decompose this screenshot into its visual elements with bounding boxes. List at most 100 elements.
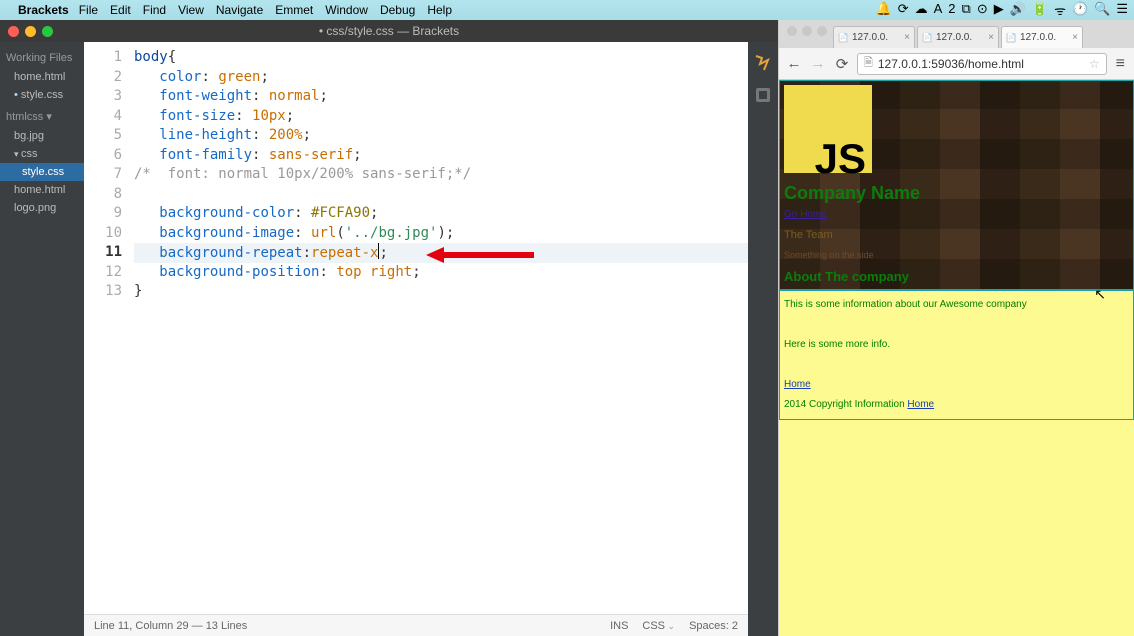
- code-line[interactable]: }: [134, 282, 748, 302]
- code-line[interactable]: [134, 185, 748, 205]
- code-line[interactable]: background-color: #FCFA90;: [134, 204, 748, 224]
- browser-close-icon[interactable]: [787, 26, 797, 36]
- working-file-style[interactable]: style.css: [0, 86, 84, 104]
- line-number: 6: [84, 146, 122, 166]
- about-heading: About The company: [780, 265, 1133, 289]
- record-icon[interactable]: ⊙: [977, 1, 988, 19]
- rendered-page[interactable]: JS Company Name Go Home The Team Somethi…: [779, 80, 1134, 636]
- project-file-logo[interactable]: logo.png: [0, 199, 84, 217]
- side-note: Something on the side: [780, 245, 1133, 265]
- code-line[interactable]: background-position: top right;: [134, 263, 748, 283]
- content-para-2: Here is some more info.: [784, 335, 1129, 355]
- minimize-window-icon[interactable]: [25, 26, 36, 37]
- menubar-status-icons: 🔔 ⟳ ☁ A 2 ⧉ ⊙ ▶ 🔊 🔋 ᯤ 🕐 🔍 ☰: [876, 1, 1128, 19]
- browser-minimize-icon[interactable]: [802, 26, 812, 36]
- status-spaces[interactable]: Spaces: 2: [689, 620, 738, 632]
- sync-icon[interactable]: ⟳: [898, 1, 909, 19]
- menu-edit[interactable]: Edit: [110, 3, 131, 17]
- line-number: 13: [84, 282, 122, 302]
- browser-maximize-icon[interactable]: [817, 26, 827, 36]
- url-text: 127.0.0.1:59036/home.html: [878, 57, 1024, 71]
- wifi-icon[interactable]: ᯤ: [1054, 1, 1066, 19]
- code-line[interactable]: line-height: 200%;: [134, 126, 748, 146]
- browser-tab-1[interactable]: 📄 127.0.0. ×: [833, 26, 915, 48]
- code-line[interactable]: background-repeat:repeat-x;: [134, 243, 748, 263]
- line-number: 3: [84, 87, 122, 107]
- content-home-link[interactable]: Home: [784, 379, 811, 390]
- tab-label: 127.0.0.: [936, 32, 972, 43]
- line-number: 10: [84, 224, 122, 244]
- project-folder-css[interactable]: css: [0, 145, 84, 163]
- project-file-home[interactable]: home.html: [0, 181, 84, 199]
- tab-close-icon[interactable]: ×: [1072, 32, 1078, 43]
- forward-button[interactable]: →: [809, 55, 827, 72]
- tab-close-icon[interactable]: ×: [988, 32, 994, 43]
- window-titlebar[interactable]: • css/style.css — Brackets: [0, 20, 778, 42]
- line-number: 7: [84, 165, 122, 185]
- menu-emmet[interactable]: Emmet: [275, 3, 313, 17]
- code-line[interactable]: font-family: sans-serif;: [134, 146, 748, 166]
- clock-icon[interactable]: 🕐: [1072, 1, 1088, 19]
- project-file-bg[interactable]: bg.jpg: [0, 127, 84, 145]
- reload-button[interactable]: ⟳: [833, 55, 851, 73]
- adobe-icon[interactable]: A: [934, 1, 943, 19]
- menu-navigate[interactable]: Navigate: [216, 3, 263, 17]
- maximize-window-icon[interactable]: [42, 26, 53, 37]
- code-content[interactable]: body{ color: green; font-weight: normal;…: [134, 42, 748, 614]
- about-link[interactable]: The Team: [780, 225, 1133, 245]
- menu-debug[interactable]: Debug: [380, 3, 415, 17]
- menu-view[interactable]: View: [178, 3, 204, 17]
- company-name: Company Name: [780, 181, 1133, 205]
- dropbox-icon[interactable]: ⧉: [962, 1, 971, 19]
- page-content: This is some information about our Aweso…: [779, 290, 1134, 420]
- spotlight-icon[interactable]: 🔍: [1094, 1, 1110, 19]
- project-file-style[interactable]: style.css: [0, 163, 84, 181]
- code-line[interactable]: font-size: 10px;: [134, 107, 748, 127]
- working-files-heading[interactable]: Working Files: [0, 46, 84, 68]
- browser-menu-icon[interactable]: ≡: [1113, 55, 1128, 73]
- browser-tab-2[interactable]: 📄 127.0.0. ×: [917, 26, 999, 48]
- code-line[interactable]: body{: [134, 48, 748, 68]
- list-icon[interactable]: ☰: [1116, 1, 1128, 19]
- browser-tab-3[interactable]: 📄 127.0.0. ×: [1001, 26, 1083, 48]
- volume-icon[interactable]: 🔊: [1010, 1, 1026, 19]
- code-line[interactable]: color: green;: [134, 68, 748, 88]
- menu-window[interactable]: Window: [325, 3, 368, 17]
- tab-label: 127.0.0.: [852, 32, 888, 43]
- menu-help[interactable]: Help: [427, 3, 452, 17]
- menu-file[interactable]: File: [79, 3, 98, 17]
- line-number: 4: [84, 107, 122, 127]
- page-icon: 🗎: [864, 54, 873, 73]
- status-position: Line 11, Column 29 — 13 Lines: [94, 620, 596, 632]
- browser-toolbar: ← → ⟳ 🗎 127.0.0.1:59036/home.html ☆ ≡: [779, 48, 1134, 80]
- live-preview-icon[interactable]: [754, 54, 772, 72]
- project-heading[interactable]: htmlcss ▾: [0, 104, 84, 127]
- menu-find[interactable]: Find: [143, 3, 166, 17]
- footer-home-link[interactable]: Home: [907, 399, 934, 410]
- app-name[interactable]: Brackets: [18, 3, 69, 17]
- tab-close-icon[interactable]: ×: [904, 32, 910, 43]
- close-window-icon[interactable]: [8, 26, 19, 37]
- tab-label: 127.0.0.: [1020, 32, 1056, 43]
- status-language[interactable]: CSS: [642, 620, 675, 632]
- bookmark-star-icon[interactable]: ☆: [1089, 57, 1100, 71]
- extensions-icon[interactable]: [754, 86, 772, 104]
- js-logo: JS: [784, 85, 872, 173]
- tab-favicon: 📄: [1006, 33, 1016, 43]
- brackets-sidebar: Working Files home.html style.css htmlcs…: [0, 42, 84, 636]
- nav-home-link[interactable]: Go Home: [780, 205, 831, 225]
- working-file-home[interactable]: home.html: [0, 68, 84, 86]
- battery-icon[interactable]: 🔋: [1032, 1, 1048, 19]
- back-button[interactable]: ←: [785, 55, 803, 72]
- code-editor[interactable]: 12345678910111213 body{ color: green; fo…: [84, 42, 748, 614]
- cloud-icon[interactable]: ☁: [915, 1, 928, 19]
- tab-favicon: 📄: [922, 33, 932, 43]
- status-ins[interactable]: INS: [610, 620, 628, 632]
- code-line[interactable]: /* font: normal 10px/200% sans-serif;*/: [134, 165, 748, 185]
- code-line[interactable]: font-weight: normal;: [134, 87, 748, 107]
- url-bar[interactable]: 🗎 127.0.0.1:59036/home.html ☆: [857, 53, 1107, 75]
- number-icon[interactable]: 2: [948, 1, 955, 19]
- play-icon[interactable]: ▶: [994, 1, 1004, 19]
- notification-icon[interactable]: 🔔: [876, 1, 892, 19]
- code-line[interactable]: background-image: url('../bg.jpg');: [134, 224, 748, 244]
